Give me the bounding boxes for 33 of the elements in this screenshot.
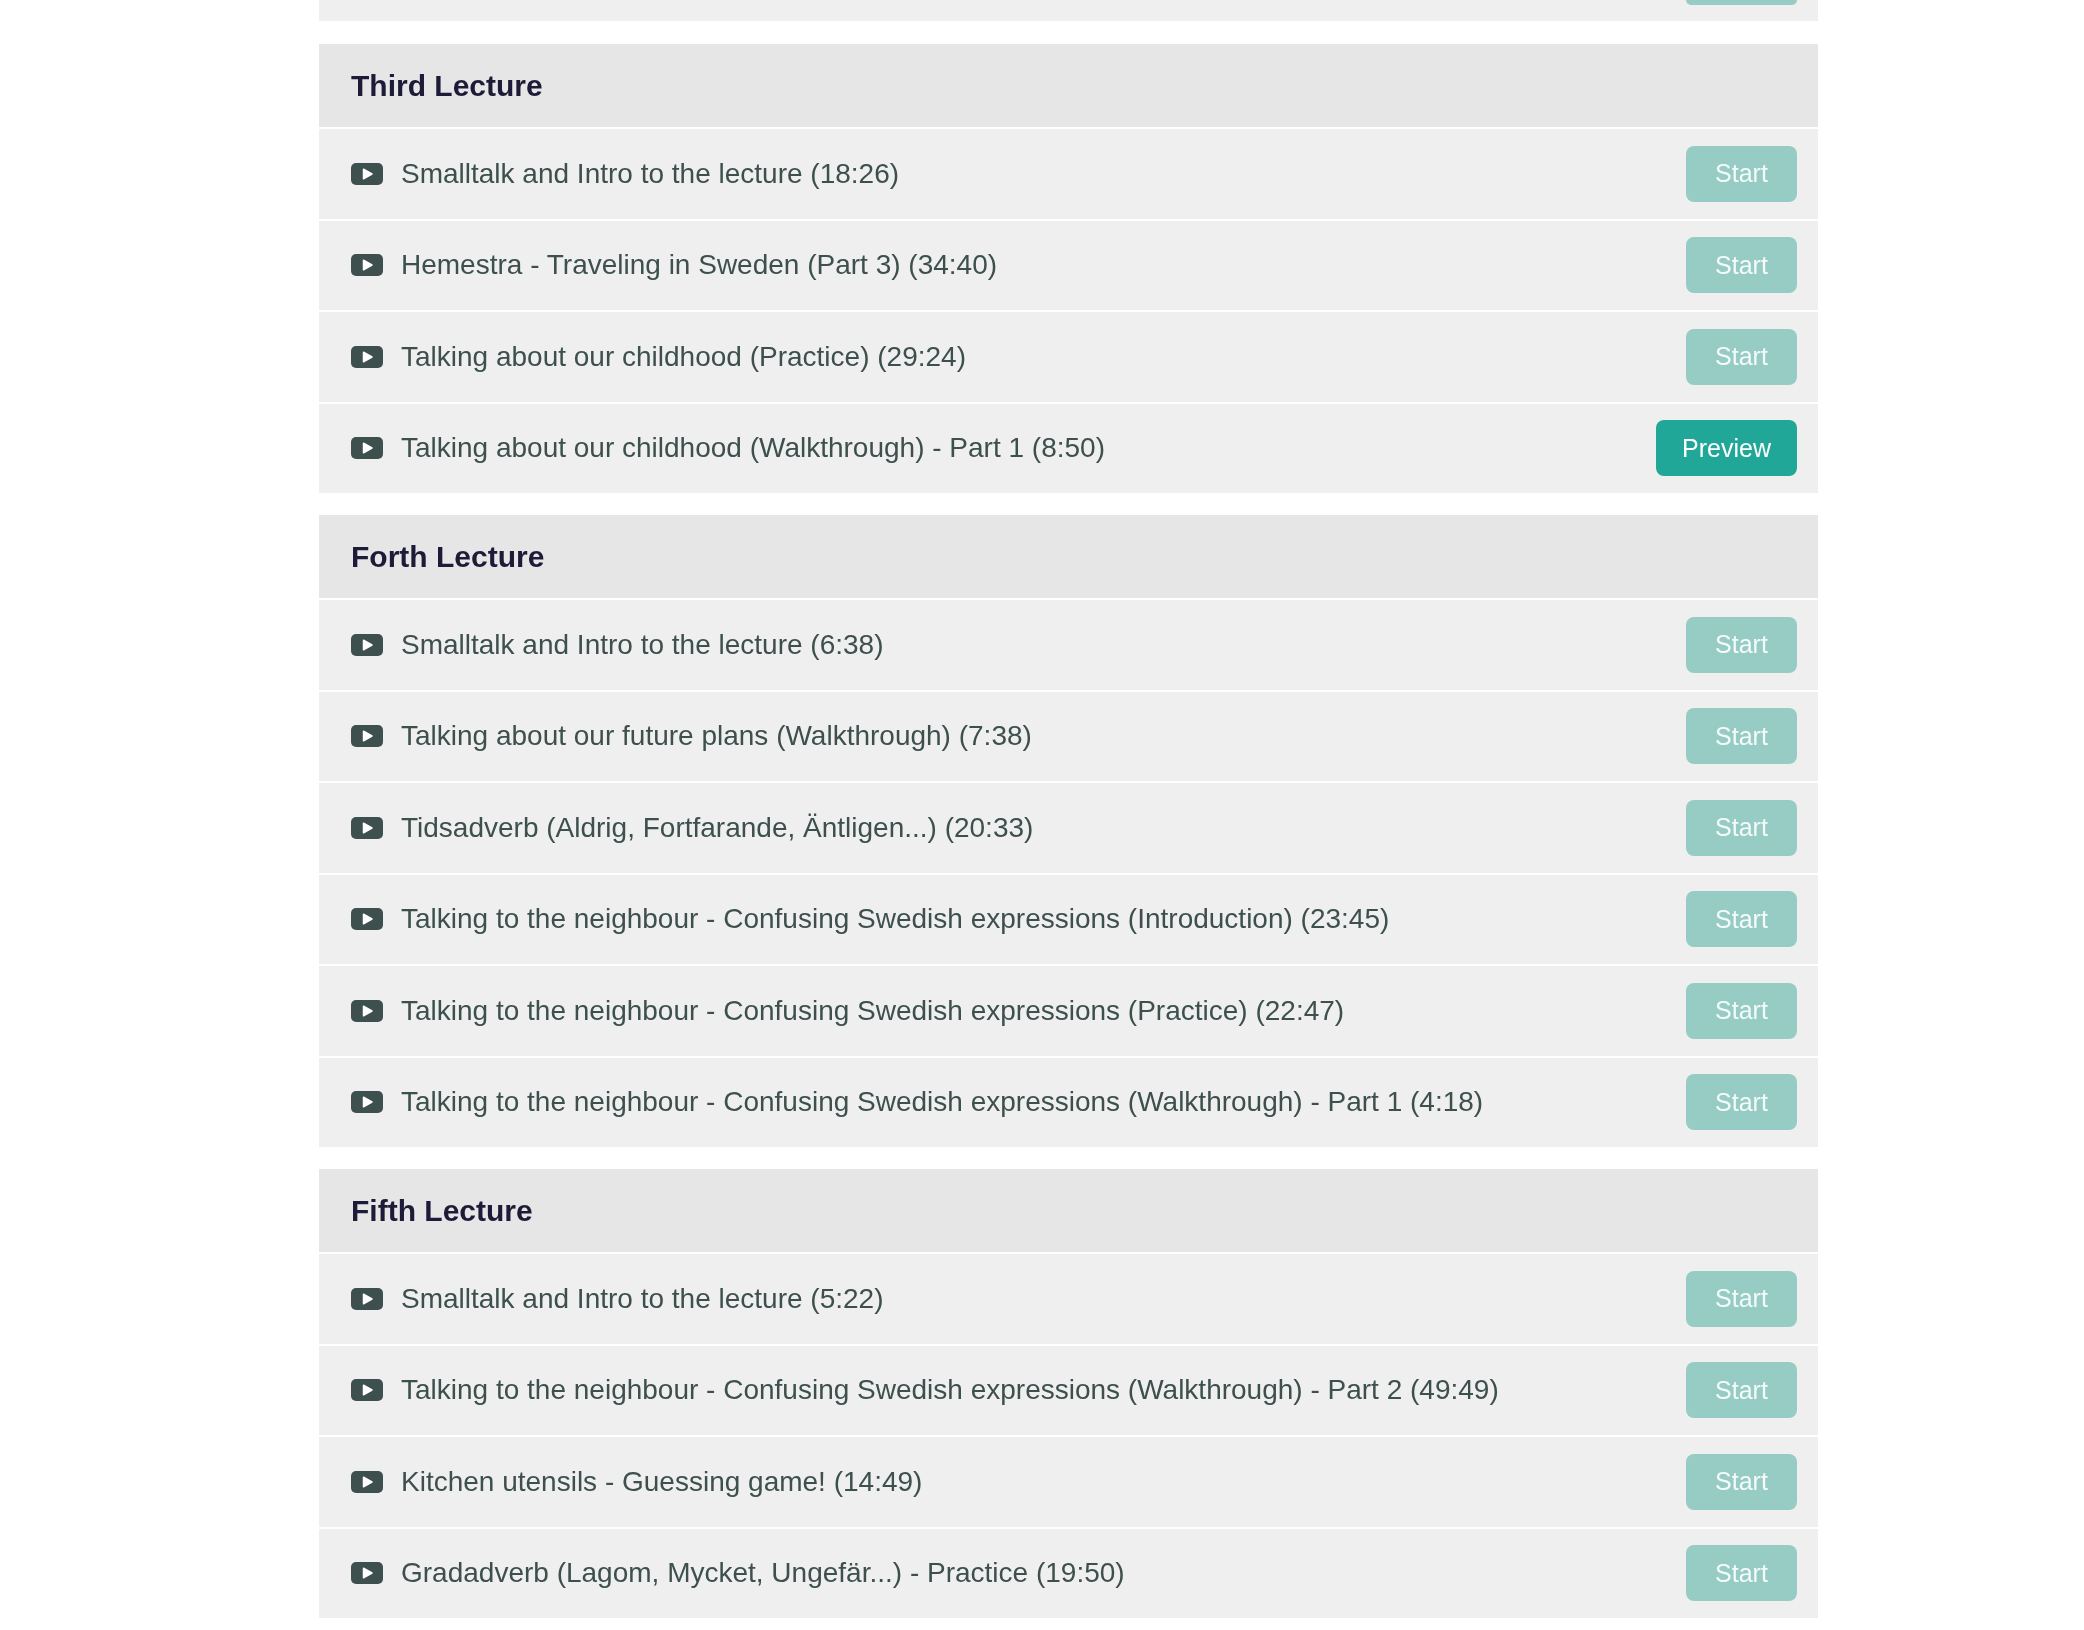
- lesson-title: Talking about our future plans (Walkthrough) (7:38): [401, 719, 1032, 754]
- lesson-title: Talking to the neighbour - Confusing Swedish expressions (Introduction) (23:45): [401, 902, 1390, 937]
- video-play-icon: [351, 1470, 383, 1493]
- lesson-title: Gradadverb (Lagom, Mycket, Ungefär...) - Practice (19:50): [401, 1556, 1125, 1591]
- video-play-icon: [351, 437, 383, 460]
- video-play-icon: [351, 725, 383, 748]
- video-play-icon: [351, 1091, 383, 1114]
- section-title: Forth Lecture: [351, 539, 545, 575]
- video-play-icon: [351, 908, 383, 931]
- lesson-title: Talking to the neighbour - Confusing Swedish expressions (Walkthrough) - Part 2 (49:49): [401, 1373, 1499, 1408]
- video-play-icon: [351, 816, 383, 839]
- lesson-title: Hemestra - Traveling in Sweden (Part 3) (34:40): [401, 248, 998, 283]
- video-play-icon: [351, 1287, 383, 1310]
- cut-off-button[interactable]: [1686, 0, 1797, 5]
- lesson-title: Talking to the neighbour - Confusing Swedish expressions (Practice) (22:47): [401, 993, 1345, 1028]
- video-play-icon: [351, 254, 383, 277]
- lesson-title: Tidsadverb (Aldrig, Fortfarande, Äntligen...) (20:33): [401, 810, 1034, 845]
- section-title: Fifth Lecture: [351, 1193, 533, 1229]
- video-play-icon: [351, 1379, 383, 1402]
- lesson-title: Talking about our childhood (Practice) (29:24): [401, 339, 966, 374]
- video-play-icon: [351, 633, 383, 656]
- section-title: Third Lecture: [351, 68, 543, 104]
- video-play-icon: [351, 999, 383, 1022]
- lesson-row[interactable]: Talking about our childhood (Walkthrough) - Part 1 (8:50) Preview: [319, 401, 1818, 493]
- lesson-title: Talking about our childhood (Walkthrough) - Part 1 (8:50): [401, 431, 1105, 466]
- lesson-title: Smalltalk and Intro to the lecture (18:26): [401, 156, 900, 191]
- video-play-icon: [351, 1562, 383, 1585]
- lesson-title: Kitchen utensils - Guessing game! (14:49): [401, 1464, 923, 1499]
- video-play-icon: [351, 162, 383, 185]
- video-play-icon: [351, 345, 383, 368]
- lesson-title: Smalltalk and Intro to the lecture (6:38): [401, 627, 884, 662]
- lesson-title: Talking to the neighbour - Confusing Swedish expressions (Walkthrough) - Part 1 (4:18): [401, 1085, 1484, 1120]
- lesson-title: Smalltalk and Intro to the lecture (5:22): [401, 1281, 884, 1316]
